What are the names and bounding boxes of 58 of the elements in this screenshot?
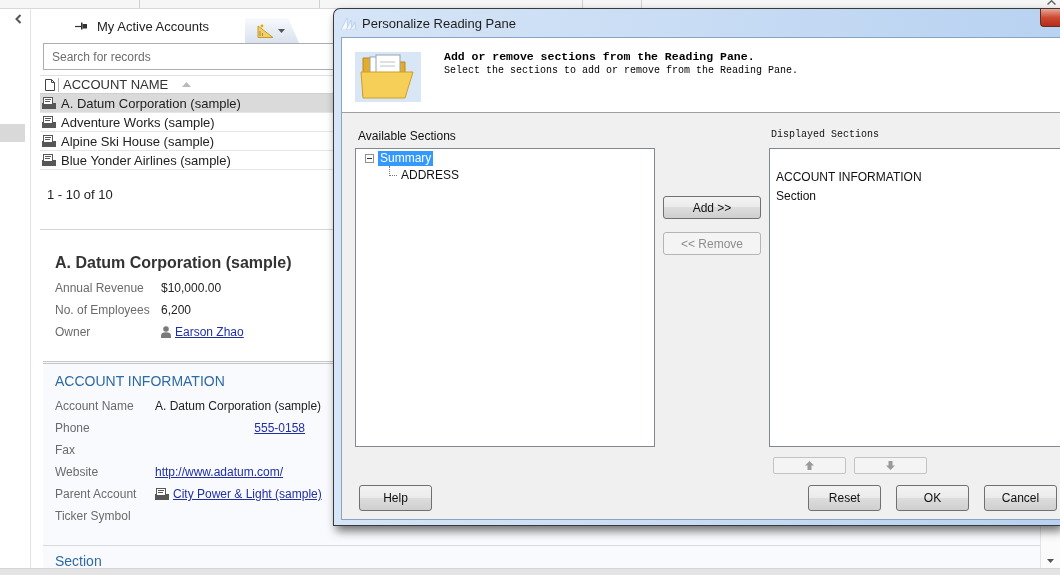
collapse-icon[interactable] [365, 154, 374, 163]
dialog-button[interactable]: Cancel [984, 485, 1057, 511]
list-label: Available Sections [358, 129, 456, 143]
dialog-instruction: Select the sections to add or remove from the Reading Pane. [444, 64, 799, 78]
field-label: Account Name [55, 399, 134, 413]
field-label: No. of Employees [55, 303, 150, 317]
chevron-up-icon[interactable] [1047, 0, 1056, 5]
transfer-button[interactable]: Add >> [663, 196, 761, 219]
pager-text: 1 - 10 of 10 [47, 188, 113, 202]
owner-link[interactable]: Earson Zhao [175, 325, 244, 339]
help-button[interactable]: Help [359, 485, 432, 511]
field-label: Annual Revenue [55, 281, 144, 295]
document-tray-icon [155, 488, 169, 500]
displayed-section-item[interactable]: ACCOUNT INFORMATION [776, 168, 922, 187]
displayed-section-item[interactable]: Section [776, 187, 817, 206]
folder-icon [355, 52, 421, 102]
app-logo-icon [341, 16, 357, 30]
field-label: Owner [55, 325, 91, 339]
document-tray-icon [42, 135, 56, 147]
field-label: Phone [55, 421, 90, 435]
list-label: Displayed Sections [771, 128, 880, 142]
section-heading: Section [55, 553, 102, 568]
scroll-down-icon[interactable] [1047, 559, 1054, 563]
arrow-up-icon [805, 461, 814, 470]
document-icon [45, 78, 55, 91]
document-tray-icon [42, 154, 56, 166]
record-title: A. Datum Corporation (sample) [55, 253, 292, 273]
document-tray-icon [42, 97, 56, 109]
website-link[interactable]: http://www.adatum.com/ [155, 465, 284, 479]
pin-icon[interactable] [75, 22, 87, 30]
phone-link[interactable]: 555-0158 [254, 421, 305, 435]
horizontal-scrollbar[interactable] [0, 568, 1060, 575]
field-label: Ticker Symbol [55, 509, 131, 523]
dialog-button[interactable]: Reset [808, 485, 881, 511]
field-value: 6,200 [161, 303, 192, 317]
dialog-title: Personalize Reading Pane [362, 15, 516, 31]
chevron-left-icon[interactable] [15, 14, 22, 24]
triangle-ruler-icon [257, 23, 274, 38]
document-tray-icon [42, 116, 56, 128]
section-heading: ACCOUNT INFORMATION [55, 373, 225, 389]
field-value: $10,000.00 [161, 281, 222, 295]
field-label: Website [55, 465, 99, 479]
arrow-down-icon [886, 461, 895, 470]
record-link[interactable]: City Power & Light (sample) [173, 487, 322, 501]
tree-node[interactable]: ADDRESS [399, 168, 461, 183]
field-value: A. Datum Corporation (sample) [155, 399, 322, 413]
close-button[interactable] [1040, 9, 1060, 27]
column-header[interactable]: ACCOUNT NAME [63, 77, 169, 92]
dialog-heading: Add or remove sections from the Reading Pane. [444, 50, 755, 64]
view-title[interactable]: My Active Accounts [97, 18, 209, 34]
field-label: Fax [55, 443, 75, 457]
field-label: Parent Account [55, 487, 137, 501]
displayed-sections-list[interactable]: ACCOUNT INFORMATION Section [769, 148, 1060, 447]
view-selector-tab[interactable] [245, 18, 299, 43]
dialog-button[interactable]: OK [896, 485, 969, 511]
person-icon [161, 326, 171, 338]
available-sections-tree[interactable]: Summary ADDRESS [355, 148, 655, 447]
caret-down-icon [278, 28, 285, 33]
